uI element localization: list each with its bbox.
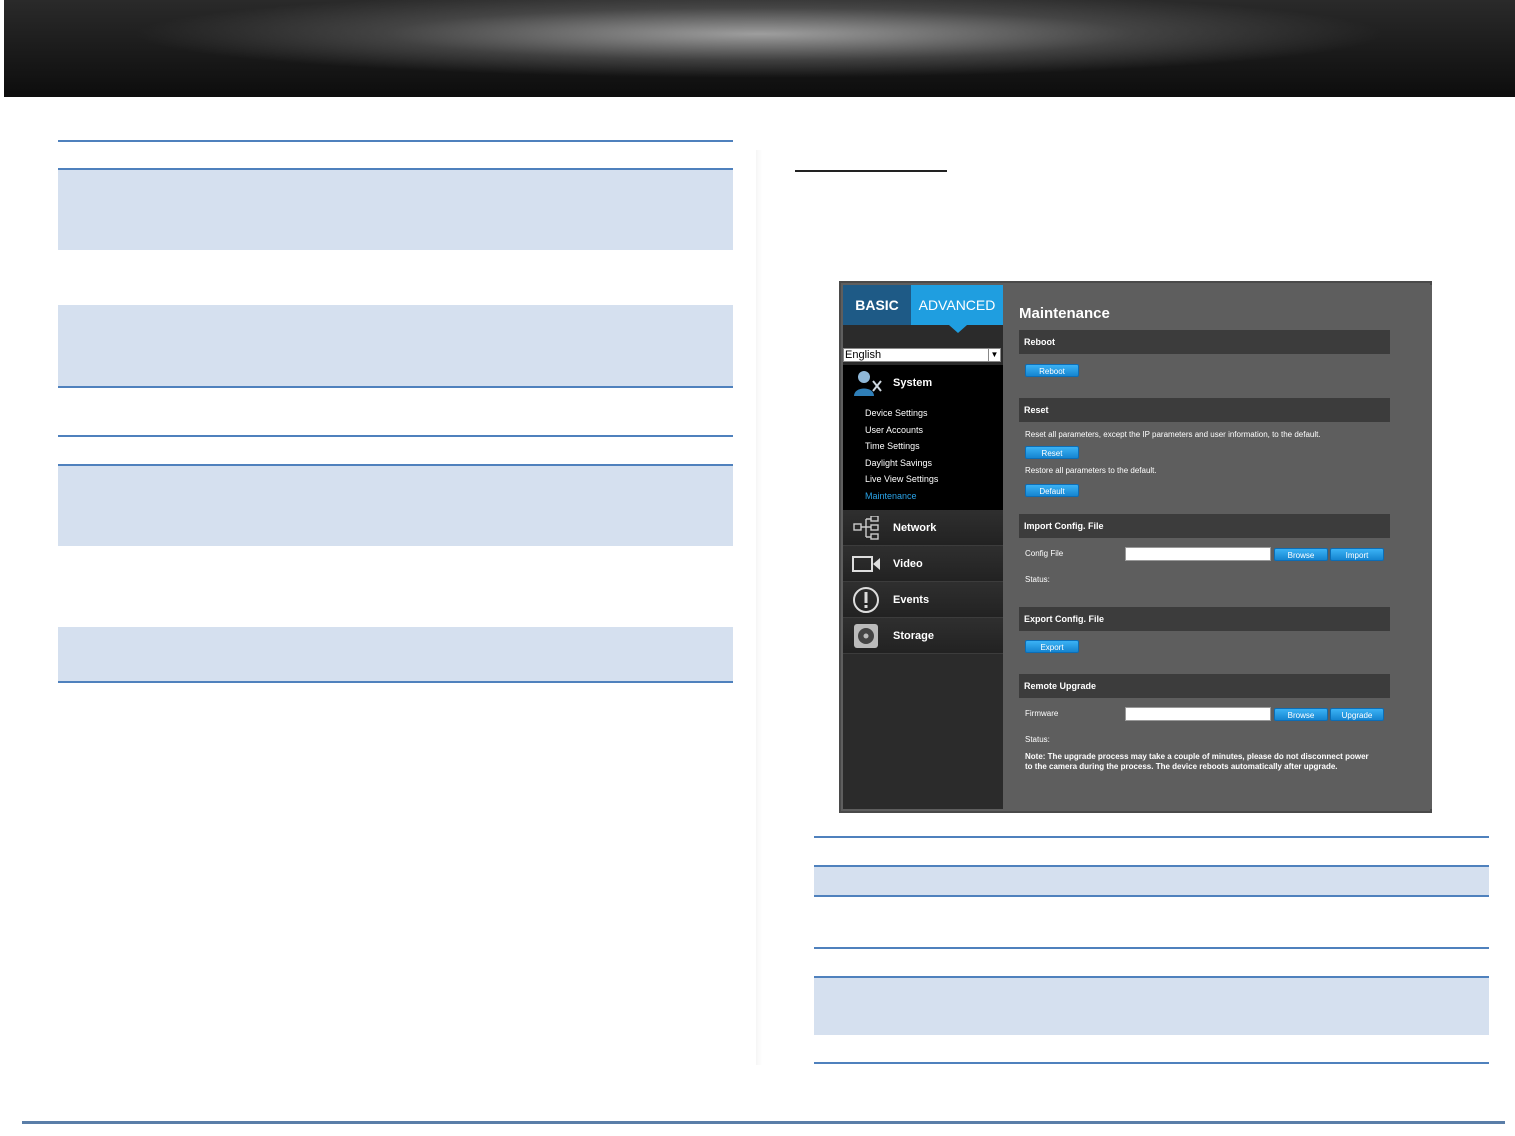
firmware-label: Firmware: [1025, 709, 1059, 718]
config-browse-button[interactable]: Browse: [1274, 548, 1328, 561]
table-rule: [814, 947, 1489, 949]
config-file-input[interactable]: [1125, 547, 1271, 561]
table-rule: [58, 435, 733, 437]
system-section: System Device Settings User Accounts Tim…: [843, 365, 1003, 510]
maintenance-screenshot: BASIC ADVANCED English ▼ System Device S…: [839, 281, 1432, 813]
sidebar-item-time-settings[interactable]: Time Settings: [865, 441, 920, 451]
section-heading-underline: [795, 170, 947, 172]
page-title: Maintenance: [1019, 305, 1110, 322]
firmware-input[interactable]: [1125, 707, 1271, 721]
column-divider: [756, 150, 762, 1065]
reboot-button[interactable]: Reboot: [1025, 364, 1079, 377]
default-button[interactable]: Default: [1025, 484, 1079, 497]
language-value: English: [845, 349, 882, 361]
table-rule: [58, 140, 733, 142]
alert-icon: [853, 587, 879, 613]
table-band: [58, 305, 733, 386]
restore-description: Restore all parameters to the default.: [1025, 466, 1157, 475]
table-rule: [58, 386, 733, 388]
table-band: [814, 978, 1489, 1035]
export-button[interactable]: Export: [1025, 640, 1079, 653]
sidebar-item-video[interactable]: Video: [843, 546, 1003, 582]
footer-rule: [22, 1121, 1505, 1124]
sidebar-item-events[interactable]: Events: [843, 582, 1003, 618]
export-config-heading: Export Config. File: [1019, 607, 1390, 631]
admin-user-icon: [854, 371, 882, 396]
table-rule: [814, 895, 1489, 897]
upgrade-status-label: Status:: [1025, 735, 1050, 744]
nav-events-label: Events: [893, 594, 930, 606]
language-select[interactable]: English ▼: [843, 348, 1001, 362]
firmware-browse-button[interactable]: Browse: [1274, 708, 1328, 721]
import-config-heading: Import Config. File: [1019, 514, 1390, 538]
active-tab-pointer: [949, 325, 967, 333]
reset-description: Reset all parameters, except the IP para…: [1025, 430, 1321, 439]
reset-heading: Reset: [1019, 398, 1390, 422]
upgrade-button[interactable]: Upgrade: [1330, 708, 1384, 721]
table-rule: [58, 681, 733, 683]
storage-disk-icon: [854, 624, 878, 648]
reset-button[interactable]: Reset: [1025, 446, 1079, 459]
remote-upgrade-heading: Remote Upgrade: [1019, 674, 1390, 698]
maintenance-panel: Maintenance Reboot Reboot Reset Reset al…: [1003, 285, 1432, 809]
network-icon: [853, 516, 879, 540]
import-button[interactable]: Import: [1330, 548, 1384, 561]
import-status-label: Status:: [1025, 575, 1050, 584]
sidebar-item-storage[interactable]: Storage: [843, 618, 1003, 654]
tab-basic[interactable]: BASIC: [843, 285, 911, 325]
table-rule: [814, 836, 1489, 838]
sidebar: BASIC ADVANCED English ▼ System Device S…: [843, 285, 1009, 809]
tab-advanced[interactable]: ADVANCED: [911, 285, 1003, 325]
upgrade-note: Note: The upgrade process may take a cou…: [1025, 752, 1369, 771]
video-camera-icon: [852, 556, 880, 572]
nav-video-label: Video: [893, 558, 923, 570]
table-band: [58, 170, 733, 250]
table-band: [58, 466, 733, 546]
table-band: [814, 867, 1489, 895]
nav-storage-label: Storage: [893, 630, 934, 642]
nav-network-label: Network: [893, 522, 937, 534]
config-file-label: Config File: [1025, 549, 1064, 558]
reboot-heading: Reboot: [1019, 330, 1390, 354]
sidebar-item-network[interactable]: Network: [843, 510, 1003, 546]
header-banner: [4, 0, 1515, 97]
sidebar-item-live-view-settings[interactable]: Live View Settings: [865, 474, 938, 484]
sidebar-item-maintenance[interactable]: Maintenance: [865, 491, 917, 501]
table-band: [58, 627, 733, 681]
chevron-down-icon: ▼: [988, 349, 1000, 361]
nav-system[interactable]: System: [893, 377, 932, 389]
mode-tabs: BASIC ADVANCED: [843, 285, 1003, 325]
sidebar-item-user-accounts[interactable]: User Accounts: [865, 425, 923, 435]
sidebar-item-device-settings[interactable]: Device Settings: [865, 408, 928, 418]
sidebar-item-daylight-savings[interactable]: Daylight Savings: [865, 458, 932, 468]
table-rule: [814, 1062, 1489, 1064]
